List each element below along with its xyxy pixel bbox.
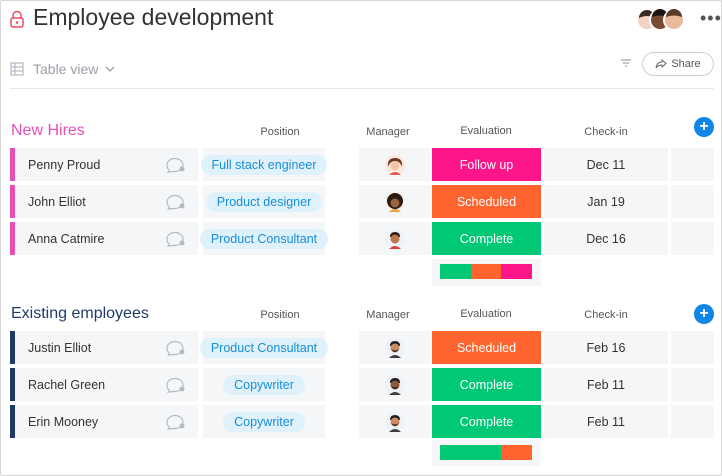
column-header-position[interactable]: Position xyxy=(225,309,335,321)
empty-cell[interactable] xyxy=(671,222,714,255)
share-arrow-icon xyxy=(655,59,668,69)
board-title[interactable]: Employee development xyxy=(33,4,273,31)
manager-cell[interactable] xyxy=(359,405,431,438)
checkin-date[interactable]: Dec 11 xyxy=(544,148,668,181)
position-tag: Product designer xyxy=(205,191,323,212)
checkin-date[interactable]: Feb 11 xyxy=(544,405,668,438)
members-avatars-icon[interactable] xyxy=(636,9,688,31)
column-header-manager[interactable]: Manager xyxy=(333,309,443,321)
manager-cell[interactable] xyxy=(359,148,431,181)
column-header-evaluation[interactable]: Evaluation xyxy=(431,125,541,137)
manager-cell[interactable] xyxy=(359,368,431,401)
table-row[interactable]: Rachel Green xyxy=(10,368,198,401)
status-badge[interactable]: Complete xyxy=(432,222,541,255)
table-row[interactable]: Penny Proud xyxy=(10,148,198,181)
empty-cell[interactable] xyxy=(671,331,714,364)
chat-bubble-icon[interactable] xyxy=(166,377,185,393)
position-tag: Product Consultant xyxy=(199,337,329,358)
item-name[interactable]: John Elliot xyxy=(28,195,166,209)
checkin-date[interactable]: Feb 11 xyxy=(544,368,668,401)
chat-bubble-icon[interactable] xyxy=(166,231,185,247)
position-cell[interactable]: Product Consultant xyxy=(199,331,329,364)
item-name[interactable]: Justin Elliot xyxy=(28,341,166,355)
more-options-button[interactable]: ••• xyxy=(700,8,722,29)
table-row[interactable]: Anna Catmire xyxy=(10,222,198,255)
item-name[interactable]: Penny Proud xyxy=(28,158,166,172)
summary-segment-follow-up xyxy=(501,264,532,279)
table-row[interactable]: John Elliot xyxy=(10,185,198,218)
item-name[interactable]: Erin Mooney xyxy=(28,415,166,429)
position-tag: Copywriter xyxy=(223,411,305,432)
item-name[interactable]: Anna Catmire xyxy=(28,232,166,246)
position-cell[interactable]: Copywriter xyxy=(203,405,325,438)
position-cell[interactable]: Product designer xyxy=(203,185,325,218)
avatar-man-beard-icon xyxy=(385,337,405,358)
avatar-man-beard-icon xyxy=(385,374,405,395)
status-badge[interactable]: Complete xyxy=(432,368,541,401)
chat-bubble-icon[interactable] xyxy=(166,340,185,356)
chat-bubble-icon[interactable] xyxy=(166,194,185,210)
view-switcher[interactable]: Table view xyxy=(10,60,115,78)
chat-bubble-icon[interactable] xyxy=(166,157,185,173)
summary-segment-complete xyxy=(440,264,471,279)
table-row[interactable]: Justin Elliot xyxy=(10,331,198,364)
column-header-manager[interactable]: Manager xyxy=(333,126,443,138)
group-title-new-hires[interactable]: New Hires xyxy=(11,122,85,140)
avatar-man-beard-icon xyxy=(385,411,405,432)
position-cell[interactable]: Product Consultant xyxy=(199,222,329,255)
lock-icon xyxy=(10,10,24,28)
item-name[interactable]: Rachel Green xyxy=(28,378,166,392)
evaluation-summary-bar[interactable] xyxy=(440,445,532,460)
position-tag: Copywriter xyxy=(223,374,305,395)
empty-cell[interactable] xyxy=(671,405,714,438)
group-title-existing-employees[interactable]: Existing employees xyxy=(11,305,149,323)
status-badge[interactable]: Scheduled xyxy=(432,331,541,364)
avatar-woman-icon xyxy=(385,154,405,175)
share-label: Share xyxy=(671,58,701,70)
position-cell[interactable]: Copywriter xyxy=(203,368,325,401)
status-badge[interactable]: Scheduled xyxy=(432,185,541,218)
column-header-position[interactable]: Position xyxy=(225,126,335,138)
chevron-down-icon xyxy=(105,66,115,72)
summary-segment-complete xyxy=(440,445,502,460)
status-badge[interactable]: Complete xyxy=(432,405,541,438)
column-header-evaluation[interactable]: Evaluation xyxy=(431,308,541,320)
view-label: Table view xyxy=(33,61,99,77)
manager-cell[interactable] xyxy=(359,185,431,218)
table-row[interactable]: Erin Mooney xyxy=(10,405,198,438)
empty-cell[interactable] xyxy=(671,148,714,181)
position-tag: Full stack engineer xyxy=(200,154,328,175)
manager-cell[interactable] xyxy=(359,331,431,364)
avatar-man-icon xyxy=(385,228,405,249)
checkin-date[interactable]: Feb 16 xyxy=(544,331,668,364)
column-header-checkin[interactable]: Check-in xyxy=(551,309,661,321)
summary-segment-scheduled xyxy=(470,264,502,279)
column-header-checkin[interactable]: Check-in xyxy=(551,126,661,138)
empty-cell[interactable] xyxy=(671,368,714,401)
share-button[interactable]: Share xyxy=(642,52,714,76)
avatar-woman-curly-icon xyxy=(385,191,405,212)
position-tag: Product Consultant xyxy=(199,228,329,249)
toolbar-divider xyxy=(10,88,714,89)
table-icon xyxy=(10,62,24,76)
manager-cell[interactable] xyxy=(359,222,431,255)
evaluation-summary-bar[interactable] xyxy=(440,264,532,279)
chat-bubble-icon[interactable] xyxy=(166,414,185,430)
add-column-button[interactable]: + xyxy=(694,304,714,324)
checkin-date[interactable]: Jan 19 xyxy=(544,185,668,218)
status-badge[interactable]: Follow up xyxy=(432,148,541,181)
add-column-button[interactable]: + xyxy=(694,117,714,137)
empty-cell[interactable] xyxy=(671,185,714,218)
checkin-date[interactable]: Dec 16 xyxy=(544,222,668,255)
filter-icon[interactable] xyxy=(620,57,632,69)
position-cell[interactable]: Full stack engineer xyxy=(200,148,328,181)
summary-segment-scheduled xyxy=(501,445,532,460)
